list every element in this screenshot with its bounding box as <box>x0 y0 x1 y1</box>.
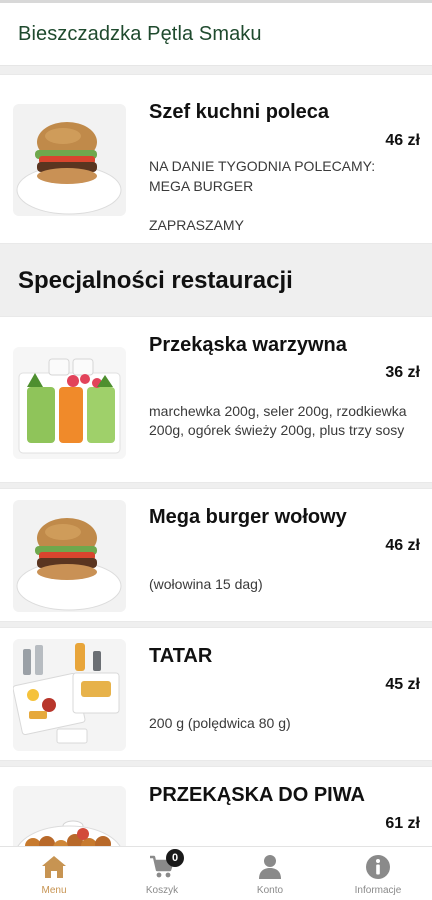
item-description: 200 g (polędwica 80 g) <box>149 715 291 731</box>
nav-cart[interactable]: 0 Koszyk <box>108 847 216 900</box>
nav-menu[interactable]: Menu <box>0 847 108 900</box>
item-description: marchewka 200g, seler 200g, rzodkiewka 2… <box>149 403 407 438</box>
burger-photo <box>13 104 126 216</box>
menu-item-card[interactable]: Mega burger wołowy 46 zł (wołowina 15 da… <box>0 488 432 622</box>
cart-count-badge: 0 <box>166 849 184 867</box>
vegetable-platter-photo <box>13 347 126 459</box>
nav-label-menu: Menu <box>41 885 67 896</box>
bottom-nav: Menu 0 Koszyk Konto Informacje <box>0 846 432 900</box>
item-description: (wołowina 15 dag) <box>149 576 263 592</box>
app-bar: Bieszczadzka Pętla Smaku <box>0 0 432 66</box>
item-price: 45 zł <box>385 676 420 693</box>
featured-desc-line1: NA DANIE TYGODNIA POLECAMY: <box>149 158 376 174</box>
menu-item-card[interactable]: PRZEKĄSKA DO PIWA 61 zł <box>0 766 432 846</box>
nav-account[interactable]: Konto <box>216 847 324 900</box>
item-name: TATAR <box>149 645 213 667</box>
section-title: Specjalności restauracji <box>18 267 293 294</box>
featured-desc-line3: ZAPRASZAMY <box>149 217 244 233</box>
app-title: Bieszczadzka Pętla Smaku <box>18 22 262 45</box>
nav-label-info: Informacje <box>354 885 402 896</box>
nav-label-account: Konto <box>256 885 284 896</box>
beer-snack-photo <box>13 786 126 846</box>
info-icon <box>366 855 390 879</box>
item-name: PRZEKĄSKA DO PIWA <box>149 784 365 806</box>
featured-name: Szef kuchni poleca <box>149 101 330 123</box>
burger-photo <box>13 500 126 612</box>
nav-label-cart: Koszyk <box>145 885 179 896</box>
featured-card[interactable]: Szef kuchni poleca 46 zł NA DANIE TYGODN… <box>0 74 432 244</box>
item-name: Mega burger wołowy <box>149 506 347 528</box>
menu-item-card[interactable]: Przekąska warzywna 36 zł marchewka 200g,… <box>0 316 432 483</box>
item-name: Przekąska warzywna <box>149 334 347 356</box>
nav-info[interactable]: Informacje <box>324 847 432 900</box>
menu-item-card[interactable]: TATAR 45 zł 200 g (polędwica 80 g) <box>0 627 432 761</box>
item-price: 36 zł <box>385 364 420 381</box>
home-icon <box>42 856 66 878</box>
tatar-photo <box>13 639 126 751</box>
person-icon <box>259 855 281 879</box>
item-price: 61 zł <box>385 815 420 832</box>
featured-desc-line2: MEGA BURGER <box>149 178 254 194</box>
featured-price: 46 zł <box>385 132 420 149</box>
menu-scroll[interactable]: Szef kuchni poleca 46 zł NA DANIE TYGODN… <box>0 66 432 846</box>
item-price: 46 zł <box>385 537 420 554</box>
